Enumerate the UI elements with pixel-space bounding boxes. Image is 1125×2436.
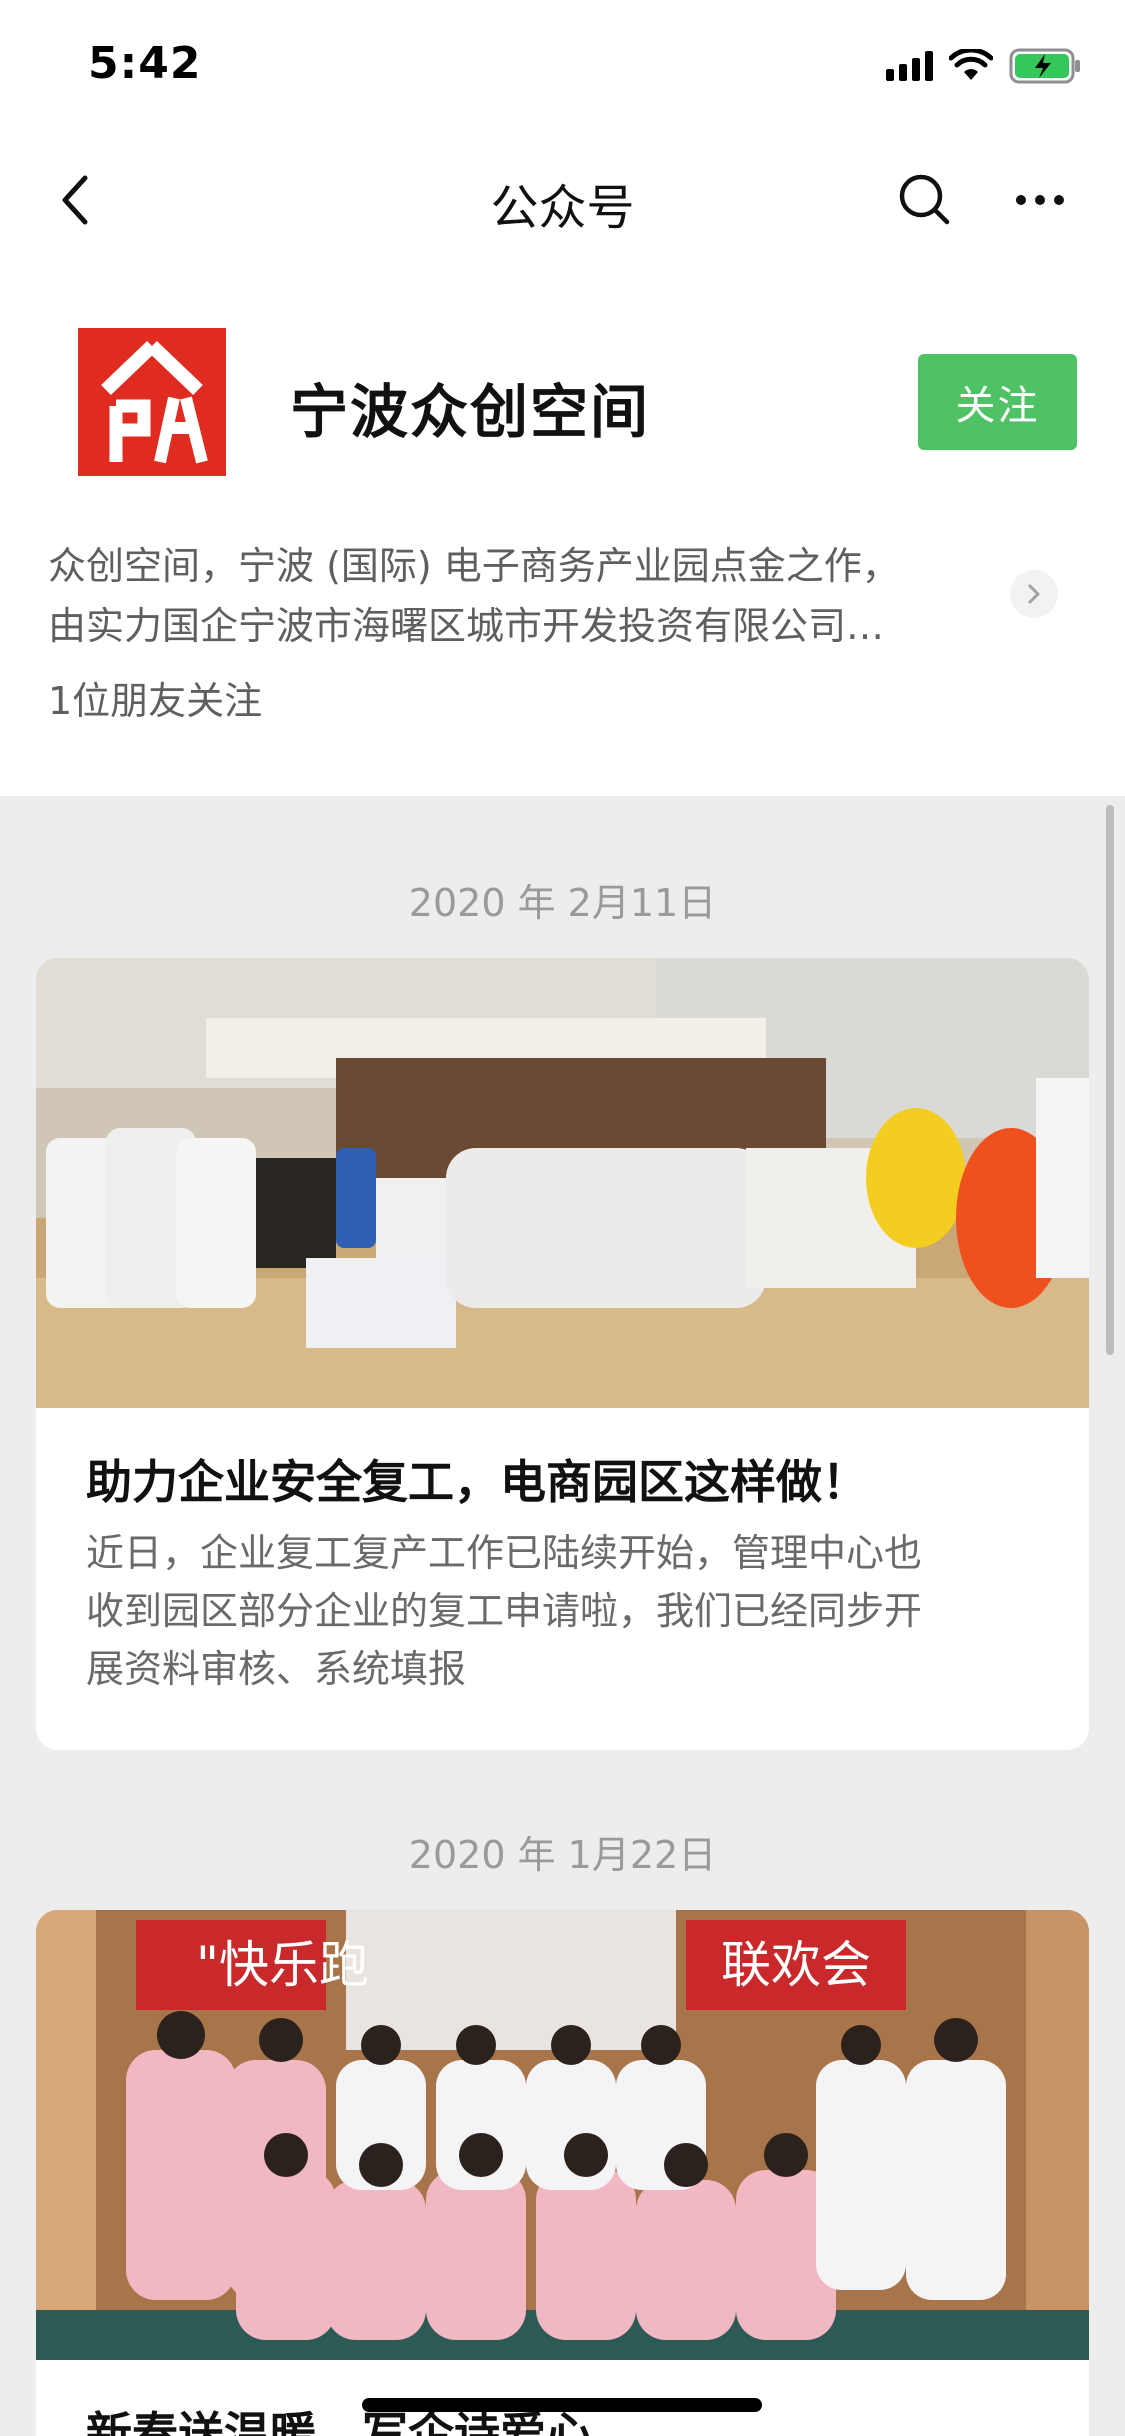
friends-following-count[interactable]: 1位朋友关注	[48, 670, 262, 725]
description-expand-button[interactable]	[1010, 570, 1058, 618]
article-card[interactable]: 助力企业安全复工，电商园区这样做！ 近日，企业复工复产工作已陆续开始，管理中心也…	[36, 958, 1089, 1750]
description-line: 众创空间，宁波 (国际) 电子商务产业园点金之作，	[48, 544, 900, 588]
follow-button[interactable]: 关注	[918, 354, 1077, 450]
article-title: 助力企业安全复工，电商园区这样做！	[86, 1455, 868, 1509]
account-description[interactable]: 众创空间，宁波 (国际) 电子商务产业园点金之作， 由实力国企宁波市海曙区城市开…	[48, 536, 998, 656]
more-dot-icon	[1016, 195, 1026, 205]
cellular-signal-icon	[886, 51, 933, 81]
more-button[interactable]	[1005, 165, 1075, 235]
summary-line: 近日，企业复工复产工作已陆续开始，管理中心也	[86, 1531, 923, 1575]
banner-text-right: 联欢会	[721, 1936, 871, 1994]
summary-line: 收到园区部分企业的复工申请啦，我们已经同步开	[86, 1589, 923, 1633]
wifi-icon	[949, 49, 993, 80]
article-summary: 近日，企业复工复产工作已陆续开始，管理中心也 收到园区部分企业的复工申请啦，我们…	[86, 1524, 1046, 1698]
status-icons	[886, 46, 1083, 86]
article-cover-image: "快乐跑 联欢会	[36, 1910, 1089, 2360]
navigation-bar: 公众号	[0, 140, 1125, 260]
battery-charging-icon	[1009, 48, 1080, 84]
status-time: 5:42	[88, 38, 202, 89]
chevron-right-icon	[1028, 584, 1040, 604]
article-cover-image	[36, 958, 1089, 1408]
summary-line: 展资料审核、系统填报	[86, 1647, 467, 1691]
more-dot-icon	[1035, 195, 1045, 205]
article-card[interactable]: "快乐跑 联欢会 新春送温暖，写企诗爱心	[36, 1910, 1089, 2436]
article-date: 2020 年 2月11日	[408, 881, 717, 925]
home-indicator[interactable]	[362, 2398, 762, 2412]
account-logo[interactable]	[78, 328, 226, 476]
description-line: 由实力国企宁波市海曙区城市开发投资有限公司…	[48, 604, 885, 648]
search-button[interactable]	[890, 165, 960, 235]
search-icon	[899, 174, 950, 225]
more-dot-icon	[1054, 195, 1064, 205]
article-date: 2020 年 1月22日	[408, 1833, 717, 1877]
banner-text-left: "快乐跑	[196, 1936, 369, 1994]
account-name: 宁波众创空间	[290, 378, 651, 446]
logo-mark-icon	[101, 340, 208, 464]
